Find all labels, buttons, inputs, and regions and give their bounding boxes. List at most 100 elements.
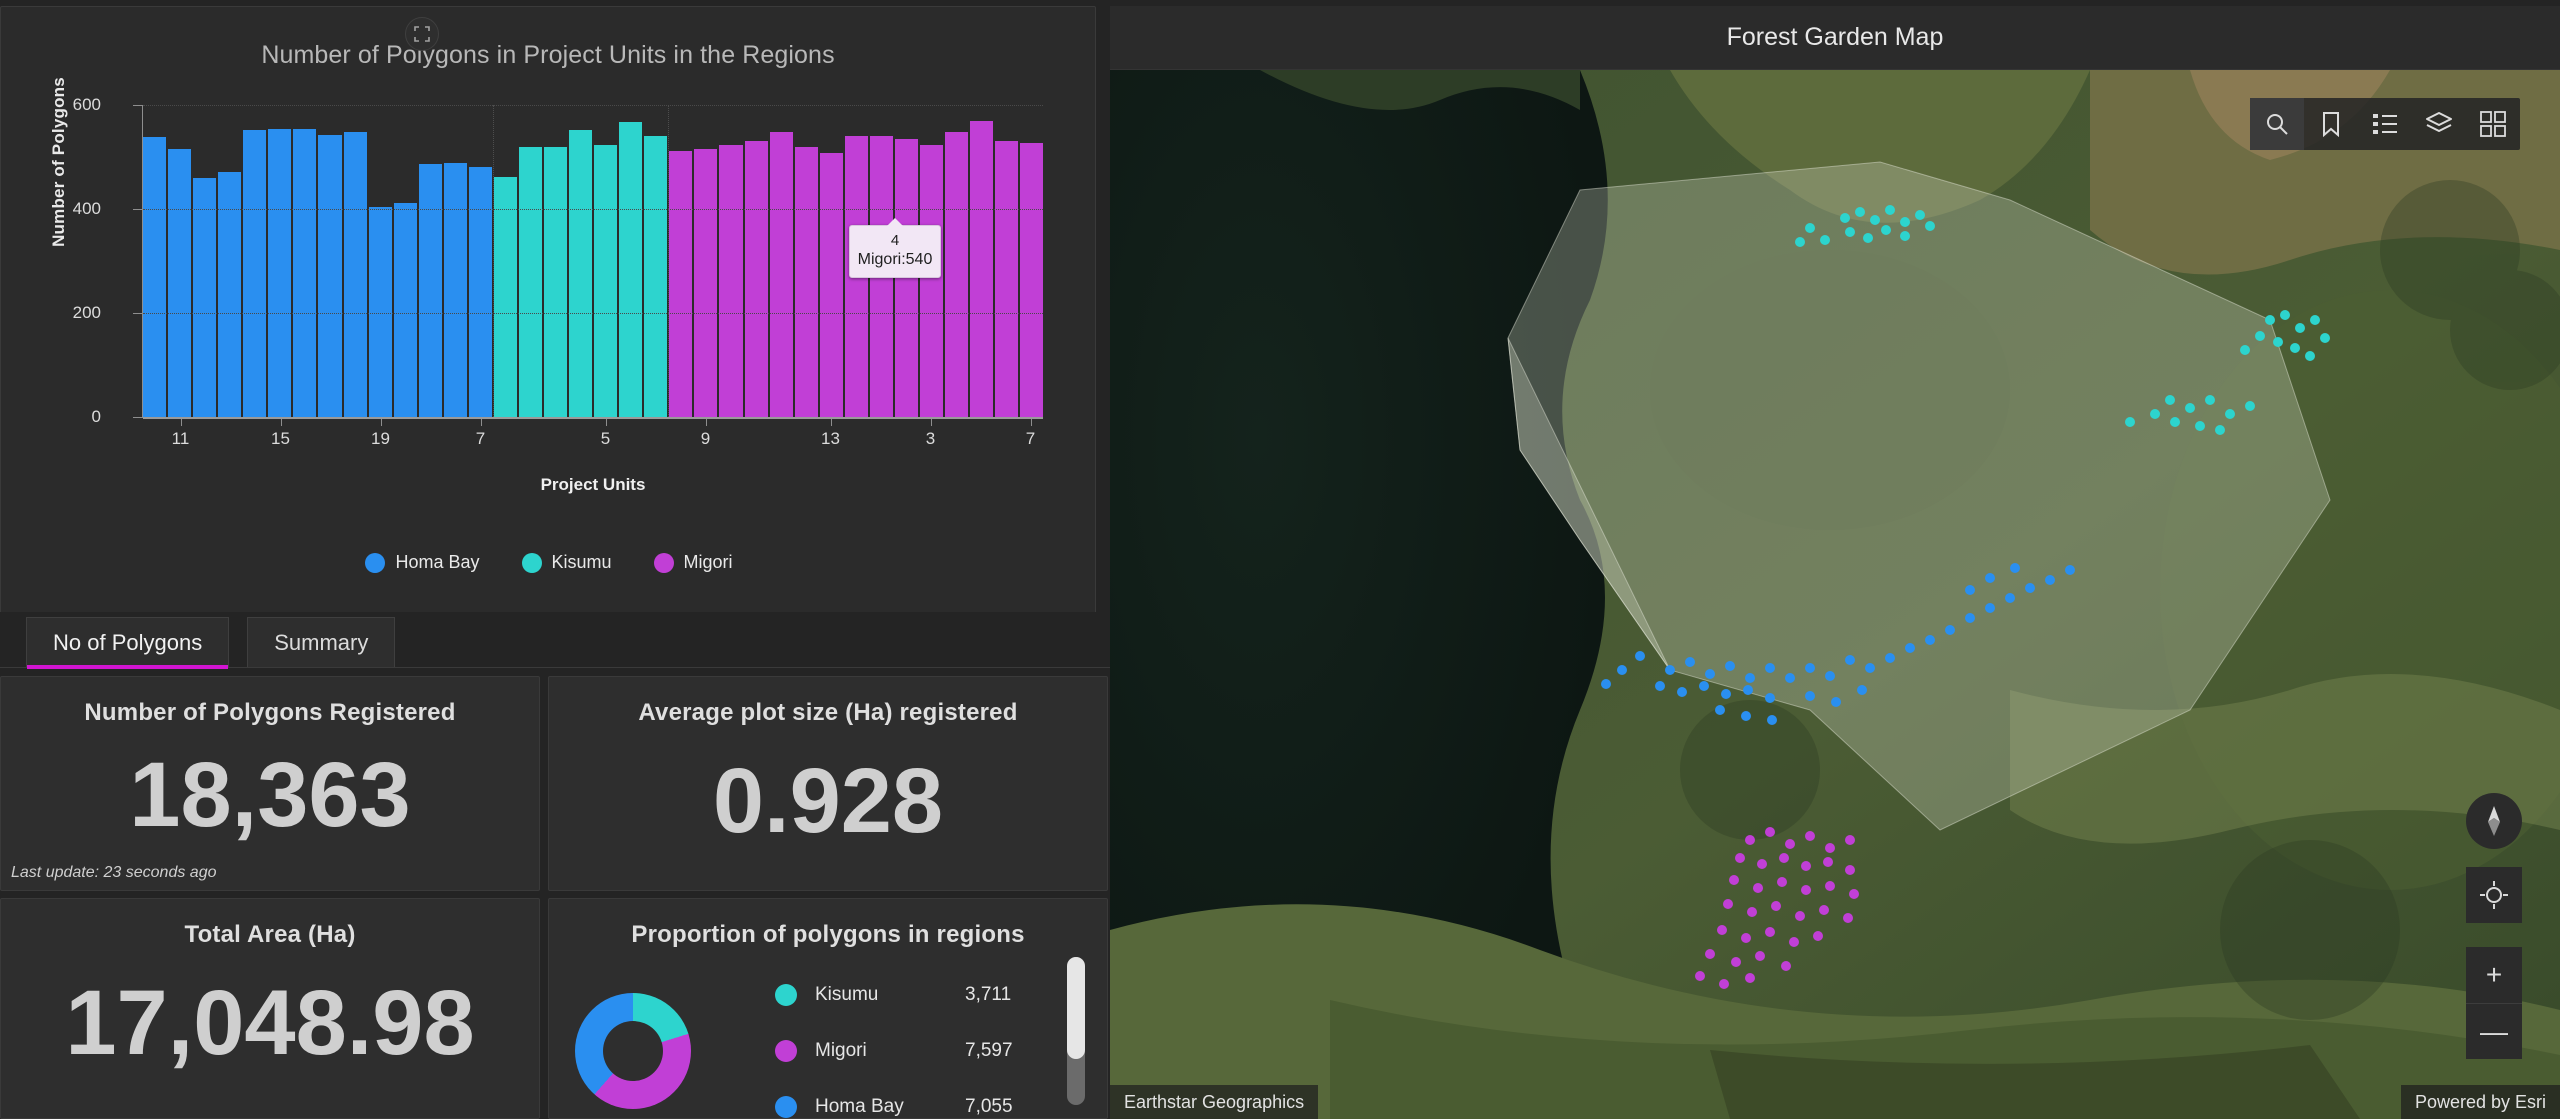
tab-label: No of Polygons: [53, 629, 203, 655]
bar[interactable]: [468, 167, 492, 417]
bar[interactable]: [594, 145, 618, 417]
legend-label: Migori: [815, 1040, 867, 1061]
bar[interactable]: [268, 129, 292, 417]
locate-icon[interactable]: [2466, 867, 2522, 923]
bar[interactable]: [143, 136, 167, 417]
legend-swatch: [775, 1096, 797, 1118]
bar[interactable]: [819, 152, 843, 417]
bar[interactable]: [694, 148, 718, 417]
bar[interactable]: [644, 136, 668, 417]
bar[interactable]: [669, 151, 693, 417]
bar[interactable]: [945, 132, 969, 417]
tab-summary[interactable]: Summary: [247, 617, 396, 667]
window-top-strip: [0, 0, 2560, 6]
bar[interactable]: [293, 129, 317, 417]
legend-swatch: [775, 1040, 797, 1062]
legend-swatch: [653, 552, 674, 573]
y-axis-tick-label: 0: [91, 407, 101, 426]
cluster-homa-bay: [1601, 563, 2075, 725]
bar[interactable]: [544, 147, 568, 417]
x-axis-tick-label: 7: [1025, 429, 1036, 448]
card-last-update: Last update: 23 seconds ago: [11, 864, 217, 881]
donut-legend-row[interactable]: Homa Bay 7,055: [775, 1079, 1075, 1118]
y-axis-tick-label: 400: [72, 199, 101, 218]
cluster-migori: [1695, 827, 1859, 989]
bar[interactable]: [168, 148, 192, 417]
card-title: Average plot size (Ha) registered: [638, 699, 1018, 726]
zoom-in-button[interactable]: +: [2466, 947, 2522, 1003]
tooltip-category: 4: [890, 232, 900, 249]
donut-legend-row[interactable]: Migori 7,597: [775, 1023, 1075, 1079]
basemap-gallery-icon[interactable]: [2466, 98, 2520, 150]
x-axis-tick-labels: 11 15 19 7 5 9 13 3 7: [143, 429, 1043, 455]
cluster-kisumu: [1795, 205, 2330, 435]
series-separator: [493, 105, 494, 417]
kpi-card-grid: Number of Polygons Registered 18,363 Las…: [0, 676, 1110, 1119]
legend-label: Homa Bay: [815, 1096, 904, 1117]
x-axis-tick-label: 19: [371, 429, 390, 448]
bar[interactable]: [569, 130, 593, 417]
chart-legend: Homa Bay Kisumu Migori: [1, 552, 1097, 573]
legend-icon[interactable]: [2358, 98, 2412, 150]
card-title: Proportion of polygons in regions: [631, 921, 1025, 948]
gridline: [143, 417, 1043, 419]
y-axis-tickmark: [133, 417, 143, 418]
bar[interactable]: [243, 130, 267, 417]
tab-label: Summary: [274, 629, 369, 655]
scrollbar-thumb[interactable]: [1067, 957, 1085, 1059]
bar[interactable]: [1020, 142, 1044, 417]
bar[interactable]: [318, 134, 342, 417]
card-number-of-polygons: Number of Polygons Registered 18,363 Las…: [0, 676, 540, 891]
compass-icon[interactable]: [2466, 793, 2522, 849]
bar-chart-panel: Number of Polygons in Project Units in t…: [0, 6, 1096, 614]
tab-bar: No of Polygons Summary: [0, 612, 1110, 669]
map-canvas[interactable]: + — Earthstar Geographics Powered by Esr…: [1110, 70, 2560, 1119]
x-axis-tick-label: 15: [271, 429, 290, 448]
x-axis-title: Project Units: [540, 475, 646, 494]
bar[interactable]: [744, 141, 768, 417]
donut-legend-row[interactable]: Kisumu 3,711: [775, 967, 1075, 1023]
x-axis-tick-label: 13: [821, 429, 840, 448]
tab-no-of-polygons[interactable]: No of Polygons: [26, 617, 230, 669]
search-icon[interactable]: [2250, 98, 2304, 150]
legend-value: 3,711: [965, 984, 1012, 1005]
bar[interactable]: [970, 120, 994, 417]
donut-chart: [575, 993, 691, 1109]
bar[interactable]: [894, 139, 918, 417]
zoom-out-button[interactable]: —: [2466, 1003, 2522, 1059]
bar[interactable]: [769, 132, 793, 417]
bar[interactable]: [193, 177, 217, 417]
bar[interactable]: [794, 147, 818, 417]
bar[interactable]: [619, 121, 643, 417]
bar[interactable]: [493, 176, 517, 417]
chart-tooltip: 4 Migori:540: [849, 218, 941, 278]
bar[interactable]: [393, 202, 417, 417]
map-header: Forest Garden Map: [1110, 6, 2560, 70]
legend-item[interactable]: Migori: [653, 552, 733, 573]
bar[interactable]: [719, 145, 743, 417]
legend-swatch: [365, 552, 386, 573]
map-toolbar: [2250, 98, 2520, 150]
legend-swatch: [775, 984, 797, 1006]
bar[interactable]: [343, 132, 367, 417]
bar[interactable]: [443, 162, 467, 417]
bar[interactable]: [518, 147, 542, 417]
map-attribution-left: Earthstar Geographics: [1110, 1085, 1319, 1119]
card-total-area: Total Area (Ha) 17,048.98: [0, 898, 540, 1119]
dashboard-root: Number of Polygons in Project Units in t…: [0, 0, 2560, 1119]
legend-item[interactable]: Kisumu: [521, 552, 612, 573]
x-axis-tick-label: 7: [475, 429, 486, 448]
chart-title: Number of Polygons in Project Units in t…: [261, 41, 835, 69]
legend-item[interactable]: Homa Bay: [365, 552, 480, 573]
donut-legend-scrollbar[interactable]: [1067, 957, 1085, 1105]
x-axis-tick-label: 9: [700, 429, 711, 448]
bar[interactable]: [418, 163, 442, 417]
layers-icon[interactable]: [2412, 98, 2466, 150]
tooltip-value: Migori:540: [857, 251, 933, 268]
card-title: Number of Polygons Registered: [84, 699, 456, 726]
bar[interactable]: [919, 145, 943, 417]
expand-icon[interactable]: [405, 17, 439, 51]
bookmark-icon[interactable]: [2304, 98, 2358, 150]
legend-label: Kisumu: [815, 984, 879, 1005]
bar[interactable]: [995, 141, 1019, 417]
